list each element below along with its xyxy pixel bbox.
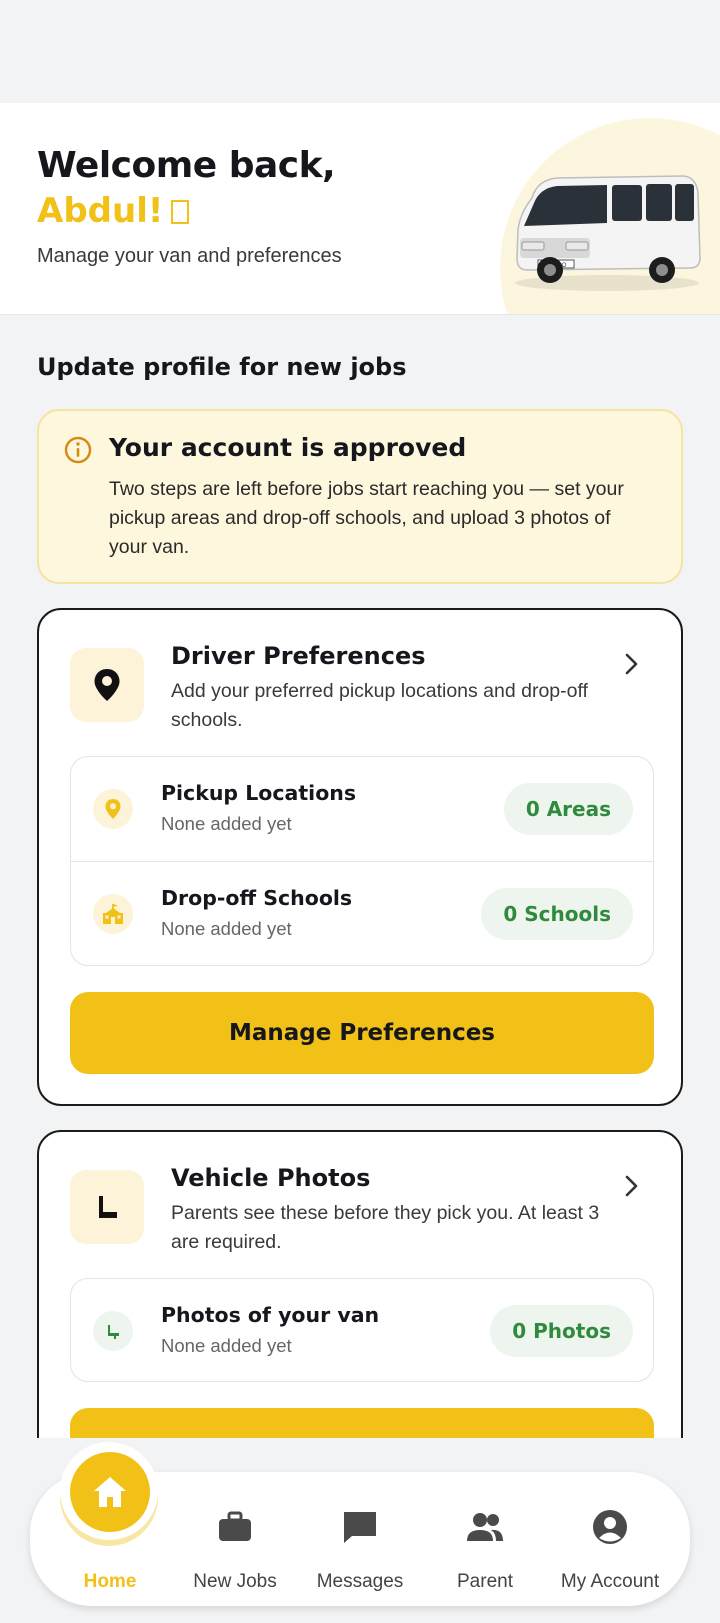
status-badge: 0 Schools [481,888,633,940]
header-subtitle: Manage your van and preferences [37,245,342,267]
row-subtitle: None added yet [161,813,292,834]
user-name-text: Abdul! [37,191,164,231]
row-title: Pickup Locations [161,781,357,805]
van-illustration: VANCO [515,175,701,291]
chevron-right-icon[interactable] [619,1174,643,1198]
card-title: Driver Preferences [171,642,426,670]
nav-label: My Account [560,1571,660,1592]
seat-small-icon [93,1311,133,1351]
alert-title: Your account is approved [109,433,467,462]
status-badge: 0 Photos [490,1305,633,1357]
people-icon [467,1513,503,1541]
info-icon [64,436,92,464]
school-icon [93,894,133,934]
nav-label: Home [83,1571,137,1592]
welcome-text: Welcome back, [37,145,336,186]
nav-item-messages[interactable]: Messages [295,1505,425,1595]
row-subtitle: None added yet [161,1335,292,1356]
location-pin-icon [70,648,144,722]
alert-body: Two steps are left before jobs start rea… [109,478,624,558]
account-approved-alert: Your account is approved Two steps are l… [37,409,683,584]
section-title: Update profile for new jobs [37,353,407,381]
user-name: Abdul! [37,189,190,233]
nav-item-my-account[interactable]: My Account [545,1505,675,1595]
card-description: Parents see these before they pick you. … [171,1202,600,1253]
list-item-dropoff-schools[interactable]: Drop-off Schools None added yet 0 School… [71,861,653,965]
account-icon [593,1510,627,1544]
nav-item-home[interactable]: Home [45,1505,175,1595]
card-description: Add your preferred pickup locations and … [171,680,588,731]
list-item-van-photos[interactable]: Photos of your van None added yet 0 Phot… [71,1279,653,1383]
driver-preferences-card[interactable]: Driver Preferences Add your preferred pi… [37,608,683,1106]
preferences-list: Pickup Locations None added yet 0 Areas … [70,756,654,966]
seat-icon [70,1170,144,1244]
home-icon [94,1477,126,1507]
briefcase-icon [219,1511,251,1541]
pickup-pin-icon [93,789,133,829]
nav-label: Messages [316,1571,404,1592]
nav-item-new-jobs[interactable]: New Jobs [170,1505,300,1595]
photos-list: Photos of your van None added yet 0 Phot… [70,1278,654,1382]
welcome-header: Welcome back, Abdul! Manage your van and… [0,103,720,315]
card-title: Vehicle Photos [171,1164,371,1192]
manage-preferences-button[interactable]: Manage Preferences [70,992,654,1074]
list-item-pickup-locations[interactable]: Pickup Locations None added yet 0 Areas [71,757,653,861]
nav-label: New Jobs [193,1571,277,1592]
row-subtitle: None added yet [161,918,292,939]
row-title: Photos of your van [161,1303,380,1327]
nav-label: Parent [457,1571,513,1592]
row-title: Drop-off Schools [161,886,353,910]
chat-icon [344,1512,376,1543]
wave-emoji-icon [171,200,190,224]
status-badge: 0 Areas [503,783,633,835]
nav-item-parent[interactable]: Parent [420,1505,550,1595]
chevron-right-icon[interactable] [619,652,643,676]
